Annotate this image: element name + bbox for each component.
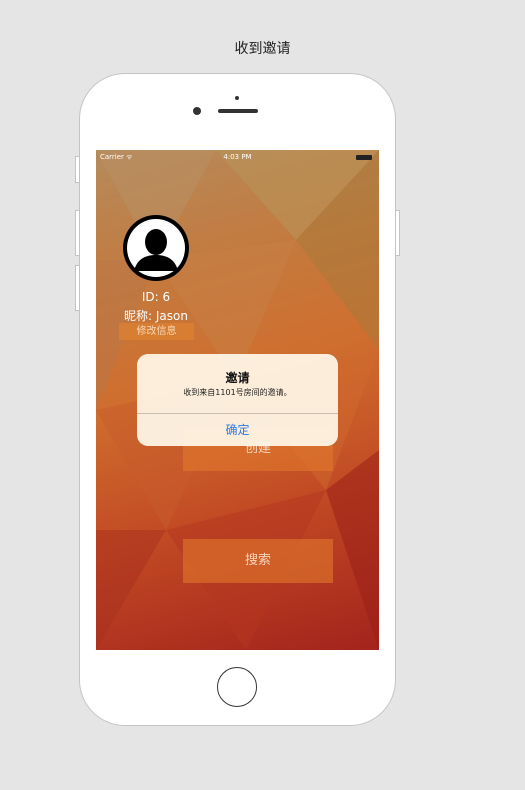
home-button[interactable] [217, 667, 257, 707]
battery-icon [356, 155, 372, 160]
alert-message: 收到来自1101号房间的邀请。 [183, 388, 292, 397]
edit-profile-button[interactable]: 修改信息 [119, 323, 194, 340]
alert-confirm-button[interactable]: 确定 [137, 414, 338, 446]
nickname-label: 昵称: Jason [124, 309, 188, 323]
avatar[interactable] [123, 215, 189, 281]
proximity-sensor [235, 96, 239, 100]
user-id-label: ID: 6 [141, 290, 171, 304]
invitation-alert: 邀请 收到来自1101号房间的邀请。 确定 [137, 354, 338, 446]
earpiece-speaker [218, 109, 258, 113]
user-silhouette-icon [127, 219, 185, 277]
page-caption: 收到邀请 [234, 41, 291, 57]
front-camera-icon [193, 107, 201, 115]
status-time: 4:03 PM [223, 153, 252, 161]
status-bar: Carrier ᯤ 4:03 PM [96, 150, 379, 164]
search-room-button[interactable]: 搜索 [183, 539, 333, 583]
alert-title: 邀请 [225, 371, 250, 385]
